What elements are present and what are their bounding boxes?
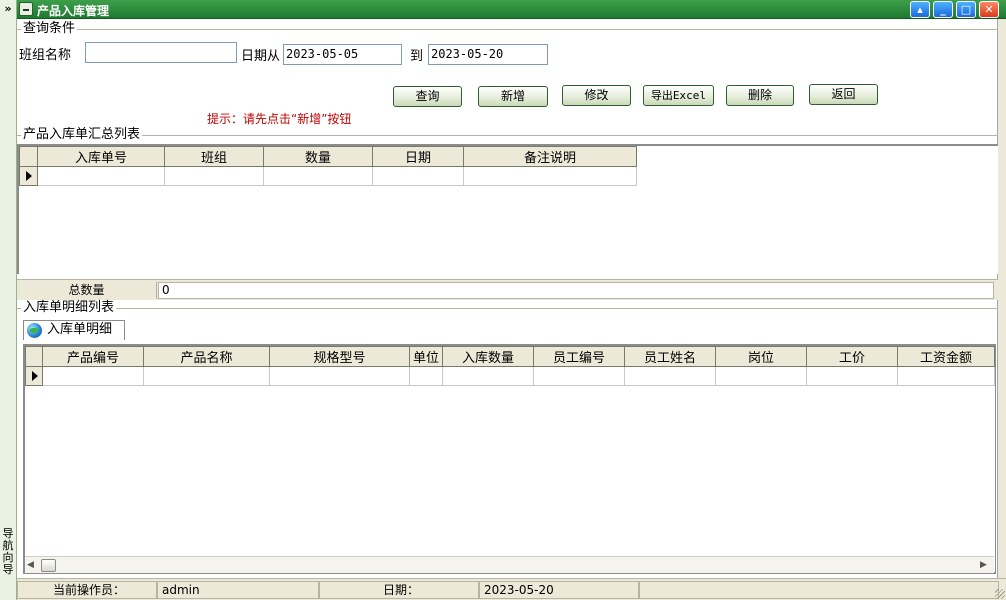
query-button[interactable]: 查询 [393, 86, 462, 107]
operator-label: 当前操作员： [17, 581, 157, 599]
row-pointer-icon [32, 371, 38, 381]
detail-col-header[interactable]: 员工编号 [533, 346, 625, 367]
status-empty-cell [639, 581, 999, 599]
status-date-label: 日期： [319, 581, 479, 599]
query-group-title: 查询条件 [21, 21, 78, 36]
row-pointer-icon [26, 171, 32, 181]
table-cell[interactable] [442, 366, 534, 386]
export-excel-button[interactable]: 导出Excel [643, 85, 714, 106]
window-title: 产品入库管理 [37, 4, 110, 18]
total-quantity-value: 0 [158, 282, 994, 299]
table-cell[interactable] [37, 166, 165, 186]
detail-col-header[interactable]: 入库数量 [442, 346, 534, 367]
detail-grid-area: 产品编号 产品名称 规格型号 单位 入库数量 员工编号 员工姓名 岗位 工价 工… [23, 344, 996, 574]
minimize-icon[interactable]: _ [933, 1, 953, 18]
back-button[interactable]: 返回 [809, 84, 878, 105]
hint-text: 提示：请先点击“新增”按钮 [207, 112, 352, 126]
detail-col-header[interactable]: 规格型号 [269, 346, 410, 367]
status-date-value: 2023-05-20 [479, 581, 639, 599]
total-quantity-label: 总数量 [17, 282, 157, 299]
table-cell[interactable] [715, 366, 807, 386]
detail-col-header[interactable]: 岗位 [715, 346, 807, 367]
summary-group-title: 产品入库单汇总列表 [21, 127, 143, 142]
detail-grid: 产品编号 产品名称 规格型号 单位 入库数量 员工编号 员工姓名 岗位 工价 工… [25, 346, 995, 386]
maximize-icon[interactable]: □ [956, 1, 976, 18]
table-cell[interactable] [42, 366, 144, 386]
detail-col-header[interactable]: 产品名称 [143, 346, 270, 367]
horizontal-scrollbar[interactable]: ◀ ▶ [25, 556, 994, 573]
row-header-corner [19, 146, 38, 167]
tab-detail[interactable]: 入库单明细 [23, 320, 125, 340]
globe-icon [27, 323, 42, 338]
table-cell[interactable] [463, 166, 637, 186]
date-from-input[interactable]: 2023-05-05 [283, 44, 402, 65]
resize-grip-icon[interactable] [995, 589, 1005, 599]
scroll-thumb[interactable] [41, 559, 56, 572]
summary-col-header[interactable]: 入库单号 [37, 146, 165, 167]
main-panel: 查询条件 班组名称 日期从 2023-05-05 到 2023-05-20 查询… [17, 19, 998, 578]
summary-grid: 入库单号 班组 数量 日期 备注说明 [19, 146, 637, 186]
tab-detail-label: 入库单明细 [47, 322, 113, 337]
date-to-input[interactable]: 2023-05-20 [428, 44, 548, 65]
query-conditions-group: 查询条件 班组名称 日期从 2023-05-05 到 2023-05-20 查询… [17, 22, 998, 126]
table-cell[interactable] [409, 366, 443, 386]
row-header-corner [25, 346, 43, 367]
table-cell[interactable] [897, 366, 995, 386]
expand-nav-icon[interactable]: » [0, 1, 16, 17]
table-cell[interactable] [372, 166, 464, 186]
summary-list-group: 产品入库单汇总列表 入库单号 班组 数量 日期 备注说明 [17, 128, 998, 298]
table-cell[interactable] [533, 366, 625, 386]
summary-col-header[interactable]: 备注说明 [463, 146, 637, 167]
detail-list-group: 入库单明细列表 入库单明细 产品编号 产品名称 规格型号 单位 入库数量 员工编… [17, 301, 998, 578]
window-title-bar: 产品入库管理 ▴ _ □ ✕ [17, 0, 1006, 19]
table-cell[interactable] [263, 166, 373, 186]
date-from-label: 日期从 [241, 49, 281, 64]
close-icon[interactable]: ✕ [979, 1, 999, 18]
current-row-indicator[interactable] [19, 166, 38, 186]
team-name-input[interactable] [85, 42, 237, 63]
window-menu-icon[interactable] [19, 2, 33, 16]
summary-col-header[interactable]: 日期 [372, 146, 464, 167]
detail-col-header[interactable]: 工价 [806, 346, 898, 367]
summary-grid-area: 入库单号 班组 数量 日期 备注说明 [17, 144, 998, 274]
table-row[interactable] [19, 166, 637, 186]
detail-col-header[interactable]: 单位 [409, 346, 443, 367]
table-row[interactable] [25, 366, 995, 386]
table-cell[interactable] [143, 366, 270, 386]
detail-col-header[interactable]: 产品编号 [42, 346, 144, 367]
operator-value: admin [157, 581, 319, 599]
detail-col-header[interactable]: 工资金额 [897, 346, 995, 367]
current-row-indicator[interactable] [25, 366, 43, 386]
edit-button[interactable]: 修改 [562, 85, 631, 106]
detail-col-header[interactable]: 员工姓名 [624, 346, 716, 367]
scroll-left-icon[interactable]: ◀ [27, 560, 34, 570]
table-cell[interactable] [624, 366, 716, 386]
table-cell[interactable] [164, 166, 264, 186]
team-name-label: 班组名称 [19, 48, 72, 63]
navigation-strip: » 导航向导 [0, 0, 17, 600]
summary-col-header[interactable]: 班组 [164, 146, 264, 167]
table-cell[interactable] [806, 366, 898, 386]
add-button[interactable]: 新增 [478, 86, 548, 107]
scroll-right-icon[interactable]: ▶ [980, 560, 987, 570]
status-bar: 当前操作员： admin 日期： 2023-05-20 [17, 578, 1006, 600]
restore-icon[interactable]: ▴ [910, 1, 930, 18]
total-bar: 总数量 0 [17, 279, 998, 300]
delete-button[interactable]: 删除 [726, 85, 794, 106]
date-to-label: 到 [410, 49, 424, 64]
navigation-wizard-label[interactable]: 导航向导 [1, 528, 15, 576]
summary-col-header[interactable]: 数量 [263, 146, 373, 167]
detail-group-title: 入库单明细列表 [21, 300, 117, 315]
table-cell[interactable] [269, 366, 410, 386]
